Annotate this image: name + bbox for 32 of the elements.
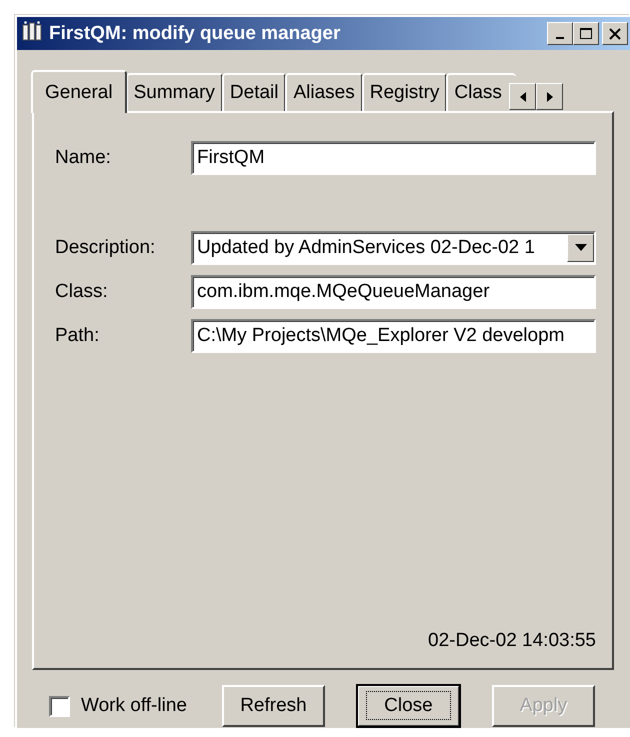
tab[interactable]: Detail (222, 73, 286, 111)
scroll-left-button[interactable] (509, 83, 536, 110)
close-button[interactable] (602, 22, 628, 45)
checkbox[interactable] (49, 696, 70, 716)
close-icon (608, 26, 622, 40)
maximize-button[interactable] (573, 22, 599, 45)
maximize-icon (579, 26, 593, 40)
down-triangle-icon (574, 244, 586, 251)
field-label: Description: (55, 236, 156, 258)
dialog-button[interactable]: Refresh (222, 685, 325, 727)
scroll-right-button[interactable] (536, 83, 564, 110)
field-label: Class: (55, 280, 109, 302)
tab[interactable]: Registry (362, 73, 448, 111)
dialog-button[interactable]: Close (356, 685, 460, 727)
dropdown-button[interactable] (567, 234, 594, 262)
timestamp: 02-Dec-02 14:03:55 (428, 630, 596, 652)
text-field[interactable]: C:\My Projects\MQe_Explorer V2 developm (191, 318, 596, 352)
text-field[interactable]: FirstQM (191, 140, 596, 174)
left-triangle-icon (518, 90, 527, 102)
dropdown-field[interactable]: Updated by AdminServices 02-Dec-02 1 (191, 230, 596, 264)
tab[interactable]: General (31, 70, 127, 113)
tab[interactable]: Class (446, 73, 516, 111)
minimize-button[interactable] (547, 22, 573, 45)
checkbox-label: Work off-line (81, 695, 187, 717)
minimize-icon (556, 37, 564, 39)
tab[interactable]: Aliases (285, 73, 363, 111)
field-label: Path: (55, 324, 100, 346)
window-title: FirstQM: modify queue manager (49, 22, 342, 44)
field-label: Name: (55, 146, 112, 168)
right-triangle-icon (546, 90, 554, 102)
text-field[interactable]: com.ibm.mqe.MQeQueueManager (191, 274, 596, 308)
tab[interactable]: Summary (126, 73, 223, 111)
